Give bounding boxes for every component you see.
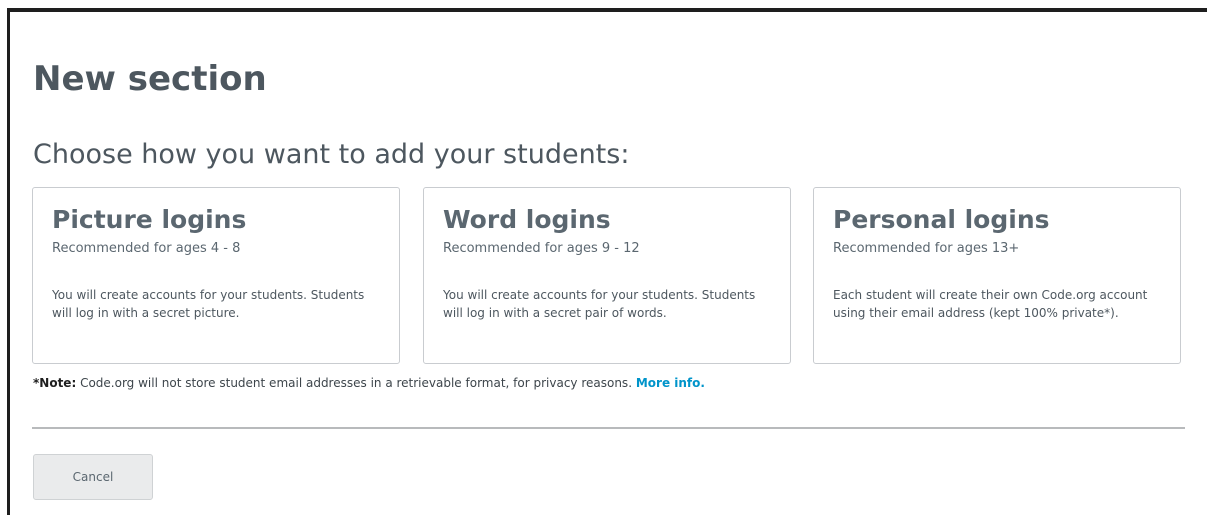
new-section-dialog: New section Choose how you want to add y… xyxy=(10,12,1207,515)
dialog-subtitle: Choose how you want to add your students… xyxy=(33,139,630,170)
personal-logins-card[interactable]: Personal logins Recommended for ages 13+… xyxy=(813,187,1181,364)
card-description: You will create accounts for your studen… xyxy=(443,288,756,320)
privacy-note: *Note: Code.org will not store student e… xyxy=(33,374,705,392)
more-info-link[interactable]: More info. xyxy=(636,376,705,390)
card-recommended-ages: Recommended for ages 13+ xyxy=(833,241,1020,256)
card-recommended-ages: Recommended for ages 9 - 12 xyxy=(443,241,640,256)
footer-divider xyxy=(32,427,1185,429)
card-title: Picture logins xyxy=(52,205,247,234)
card-title: Personal logins xyxy=(833,205,1050,234)
picture-logins-card[interactable]: Picture logins Recommended for ages 4 - … xyxy=(32,187,400,364)
card-description: Each student will create their own Code.… xyxy=(833,288,1148,320)
card-description: You will create accounts for your studen… xyxy=(52,288,365,320)
note-text: Code.org will not store student email ad… xyxy=(80,376,633,390)
dialog-title: New section xyxy=(33,59,267,99)
card-recommended-ages: Recommended for ages 4 - 8 xyxy=(52,241,241,256)
card-title: Word logins xyxy=(443,205,611,234)
word-logins-card[interactable]: Word logins Recommended for ages 9 - 12 … xyxy=(423,187,791,364)
cancel-button[interactable]: Cancel xyxy=(33,454,153,500)
note-label: *Note: xyxy=(33,376,77,390)
